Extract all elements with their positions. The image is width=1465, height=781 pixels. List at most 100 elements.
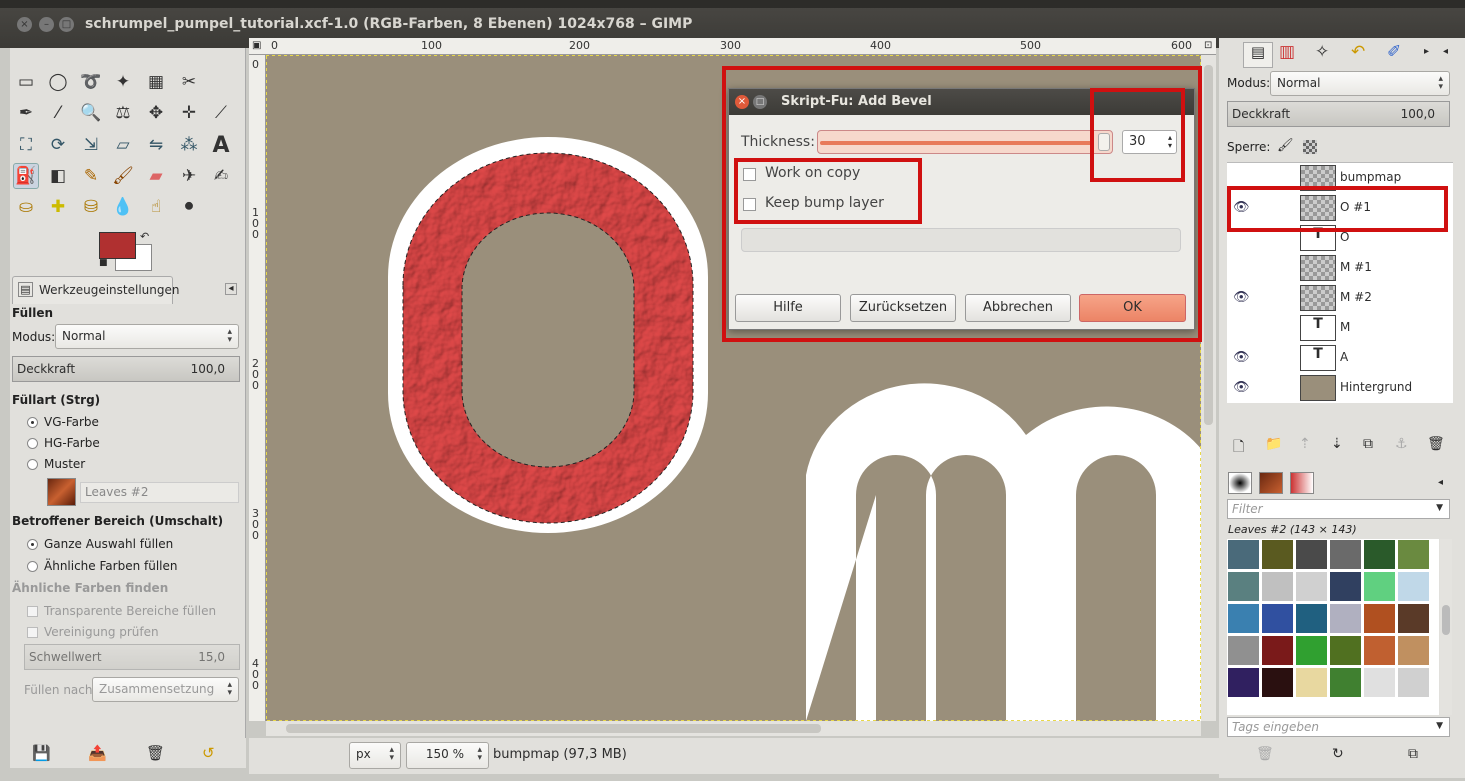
align-icon[interactable]: ✛ (176, 100, 202, 126)
perspective-icon[interactable]: ⇋ (143, 132, 169, 158)
pattern-cell[interactable] (1363, 539, 1396, 570)
layer-row[interactable]: 👁 M #2 (1227, 283, 1453, 313)
open-pattern-icon[interactable]: ⧉ (1408, 746, 1418, 762)
pattern-cell[interactable] (1227, 667, 1260, 698)
lock-alpha-icon[interactable] (1303, 140, 1317, 154)
layer-row[interactable]: 👁 T A (1227, 343, 1453, 373)
eye-icon[interactable]: 👁 (1233, 350, 1250, 365)
tool-options-tab[interactable]: ▤ Werkzeugeinstellungen (12, 276, 179, 304)
fill-fg-radio[interactable] (27, 417, 38, 428)
pattern-cell[interactable] (1295, 539, 1328, 570)
new-group-icon[interactable]: 📁 (1265, 436, 1282, 452)
opacity-spinbar[interactable]: Deckkraft 100,0 (12, 356, 240, 382)
fill-bg-radio[interactable] (27, 438, 38, 449)
fill-pattern-radio[interactable] (27, 459, 38, 470)
pattern-scroll-thumb[interactable] (1442, 605, 1450, 635)
color-select-icon[interactable]: ▦ (143, 69, 169, 95)
layers-mode-select[interactable]: Normal ▴ ▾ (1270, 71, 1450, 96)
shear-icon[interactable]: ▱ (110, 132, 136, 158)
ruler-left[interactable]: 0 1 0 0 2 0 0 3 0 0 4 0 0 (249, 55, 266, 721)
pattern-cell[interactable] (1227, 539, 1260, 570)
tags-input[interactable]: Tags eingeben ▼ (1227, 717, 1450, 737)
scale-icon[interactable]: ⇲ (78, 132, 104, 158)
pattern-cell[interactable] (1261, 635, 1294, 666)
move-icon[interactable]: ✥ (143, 100, 169, 126)
pattern-cell[interactable] (1295, 603, 1328, 634)
pencil-icon[interactable]: ✎ (78, 163, 104, 189)
color-picker-icon[interactable]: ⁄ (45, 100, 71, 126)
pattern-cell[interactable] (1329, 667, 1362, 698)
area-similar-radio[interactable] (27, 561, 38, 572)
vertical-scrollbar[interactable] (1201, 55, 1216, 721)
pattern-cell[interactable] (1295, 571, 1328, 602)
free-select-icon[interactable]: ➰ (78, 69, 104, 95)
pattern-cell[interactable] (1227, 635, 1260, 666)
refresh-patterns-icon[interactable]: ↻ (1332, 746, 1344, 762)
configure-tab-icon[interactable]: ◂ (1438, 477, 1443, 488)
zoom-icon[interactable]: 🔍 (78, 100, 104, 126)
heal-icon[interactable]: ✚ (45, 194, 71, 220)
scroll-tabs-icon[interactable]: ▸ (1424, 46, 1429, 57)
pattern-preview[interactable] (47, 478, 76, 506)
delete-pattern-icon[interactable]: 🗑 (1256, 746, 1274, 762)
transparent-checkbox[interactable] (27, 606, 38, 617)
raise-layer-icon[interactable]: ⇡ (1299, 436, 1311, 452)
layer-row[interactable]: M #1 (1227, 253, 1453, 283)
fuzzy-select-icon[interactable]: ✦ (110, 69, 136, 95)
pattern-cell[interactable] (1227, 571, 1260, 602)
mode-select[interactable]: Normal ▴ ▾ (55, 324, 239, 349)
save-options-icon[interactable]: 💾 (32, 744, 51, 762)
knife-icon[interactable]: ⟋ (208, 100, 234, 126)
swap-colors-icon[interactable]: ↶ (140, 230, 149, 243)
ellipse-select-icon[interactable]: ◯ (45, 69, 71, 95)
pattern-cell[interactable] (1261, 539, 1294, 570)
paintbrush-icon[interactable]: 🖌 (110, 163, 136, 189)
layers-tab-icon[interactable]: ▤ (1243, 42, 1273, 68)
quick-mask-corner-icon[interactable]: ▣ (252, 40, 261, 51)
unit-select[interactable]: px ▴ ▾ (349, 742, 401, 769)
pattern-cell[interactable] (1329, 539, 1362, 570)
pattern-cell[interactable] (1227, 603, 1260, 634)
text-icon[interactable]: A (208, 132, 234, 158)
paths-tab-icon[interactable]: ✧ (1315, 42, 1329, 62)
delete-options-icon[interactable]: 🗑 (146, 744, 165, 762)
pattern-cell[interactable] (1363, 667, 1396, 698)
bucket-fill-icon[interactable]: ⛽ (13, 163, 39, 189)
eye-icon[interactable]: 👁 (1233, 380, 1250, 395)
pattern-scrollbar[interactable] (1440, 539, 1452, 715)
layer-row[interactable]: 👁 Hintergrund (1227, 373, 1453, 403)
area-whole-radio[interactable] (27, 539, 38, 550)
gradients-tab-icon[interactable] (1290, 472, 1314, 494)
rect-select-icon[interactable]: ▭ (13, 69, 39, 95)
blur-icon[interactable]: 💧 (110, 194, 136, 220)
horizontal-scrollbar[interactable] (266, 721, 1201, 736)
pattern-cell[interactable] (1261, 571, 1294, 602)
pattern-cell[interactable] (1363, 571, 1396, 602)
layer-row[interactable]: TM (1227, 313, 1453, 343)
pattern-cell[interactable] (1329, 635, 1362, 666)
crop-icon[interactable]: ⛶ (13, 132, 39, 158)
pattern-cell[interactable] (1397, 603, 1430, 634)
pattern-cell[interactable] (1397, 667, 1430, 698)
brushes-tab-icon[interactable] (1228, 472, 1252, 494)
lower-layer-icon[interactable]: ⇣ (1331, 436, 1343, 452)
dodge-icon[interactable]: ⚫ (176, 194, 202, 220)
measure-icon[interactable]: ⚖ (110, 100, 136, 126)
flip-icon[interactable]: ⁂ (176, 132, 202, 158)
dropdown-icon[interactable]: ▼ (1436, 503, 1443, 513)
pattern-cell[interactable] (1397, 539, 1430, 570)
delete-layer-icon[interactable]: 🗑 (1427, 436, 1445, 452)
horizontal-scroll-thumb[interactable] (286, 724, 821, 733)
scissors-icon[interactable]: ✂ (176, 69, 202, 95)
pattern-cell[interactable] (1363, 603, 1396, 634)
maximize-icon[interactable]: □ (59, 17, 74, 32)
pattern-filter-input[interactable]: Filter ▼ (1227, 499, 1450, 519)
pattern-cell[interactable] (1295, 667, 1328, 698)
pattern-cell[interactable] (1363, 635, 1396, 666)
eye-icon[interactable]: 👁 (1233, 290, 1250, 305)
ruler-top[interactable]: 0 100 200 300 400 500 600 (249, 38, 1216, 55)
pattern-grid[interactable] (1227, 539, 1439, 715)
ink-icon[interactable]: ✍ (208, 163, 234, 189)
pattern-cell[interactable] (1261, 667, 1294, 698)
default-colors-icon[interactable]: ■ (99, 258, 108, 268)
